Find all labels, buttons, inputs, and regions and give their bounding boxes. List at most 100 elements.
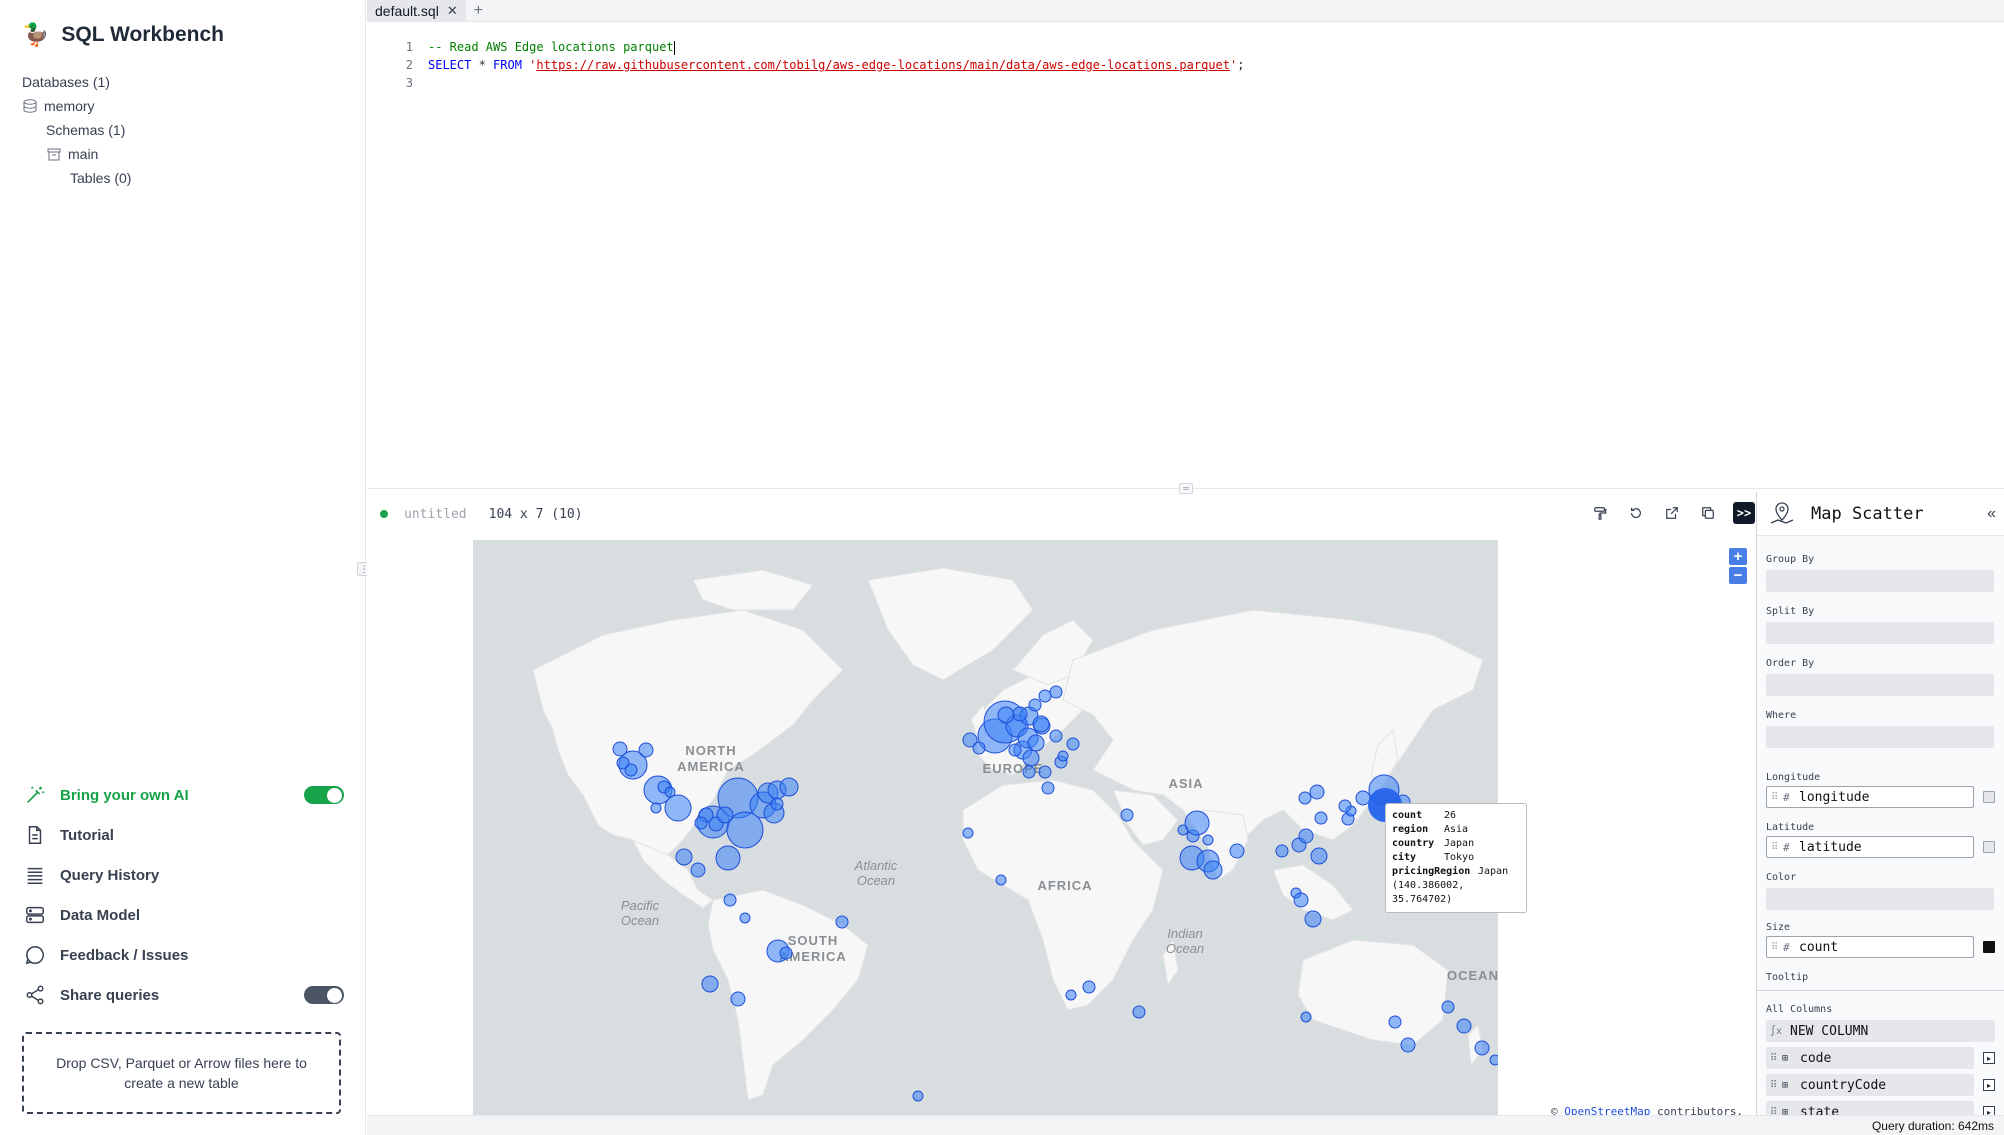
scatter-point[interactable] [716,806,734,824]
menu-tutorial[interactable]: Tutorial [24,815,344,855]
scatter-point[interactable] [1065,989,1077,1001]
scatter-point[interactable] [739,912,751,924]
size-checkbox[interactable] [1983,941,1995,953]
scatter-point[interactable] [1229,843,1245,859]
column-item-state[interactable]: ⠿ ⊞ state [1766,1101,1974,1115]
scatter-point[interactable] [1309,784,1325,800]
scatter-point[interactable] [1022,765,1036,779]
scatter-point[interactable] [1314,811,1328,825]
scatter-point[interactable] [835,915,849,929]
split-by-dropzone[interactable] [1766,622,1994,644]
scatter-point[interactable] [1355,790,1371,806]
column-item-code[interactable]: ⠿ ⊞ code [1766,1047,1974,1069]
result-name[interactable]: untitled [404,507,467,522]
where-dropzone[interactable] [1766,726,1994,748]
scatter-point[interactable] [779,946,793,960]
tree-tables[interactable]: Tables (0) [22,166,131,190]
drag-handle-icon[interactable]: ⠿ [1771,942,1783,953]
pane-resize-handle[interactable]: ═ [1179,483,1193,494]
add-column-button[interactable]: ▸ [1983,1079,1995,1091]
scatter-point[interactable] [1038,689,1052,703]
scatter-point[interactable] [1008,743,1022,757]
tab-default-sql[interactable]: default.sql ✕ [367,0,466,22]
scatter-point[interactable] [694,816,708,830]
scatter-point[interactable] [770,797,784,811]
scatter-point[interactable] [1049,729,1063,743]
scatter-point[interactable] [1456,1018,1472,1034]
close-tab-icon[interactable]: ✕ [447,3,458,19]
longitude-column[interactable]: ⠿ # longitude [1766,786,1974,808]
zoom-out-button[interactable]: − [1729,567,1747,584]
add-column-button[interactable]: ▸ [1983,1052,1995,1064]
sql-editor[interactable]: 1 2 3 -- Read AWS Edge locations parquet… [367,23,2004,488]
world-map[interactable]: NORTH AMERICA SOUTH AMERICA EUROPE AFRICA … [473,540,1498,1115]
collapse-panel-icon[interactable]: « [1987,505,1996,523]
export-icon[interactable] [1661,502,1683,524]
scatter-point[interactable] [1474,1040,1490,1056]
scatter-point[interactable] [1489,1054,1498,1066]
scatter-point[interactable] [730,991,746,1007]
scatter-point[interactable] [1293,892,1309,908]
scatter-point[interactable] [1027,734,1045,752]
scatter-point[interactable] [638,742,654,758]
scatter-point[interactable] [995,874,1007,886]
scatter-point[interactable] [912,1090,924,1102]
column-item-countrycode[interactable]: ⠿ ⊞ countryCode [1766,1074,1974,1096]
scatter-point[interactable] [1049,685,1063,699]
tree-databases[interactable]: Databases (1) [22,70,131,94]
add-tab-icon[interactable]: + [474,2,483,20]
drag-handle-icon[interactable]: ⠿ [1770,1053,1782,1064]
new-column-button[interactable]: ∫x NEW COLUMN [1766,1020,1995,1042]
tree-db-memory[interactable]: memory [22,94,131,118]
scatter-point[interactable] [1275,844,1289,858]
drag-handle-icon[interactable]: ⠿ [1770,1080,1782,1091]
scatter-point[interactable] [650,802,662,814]
size-column[interactable]: ⠿ # count [1766,936,1974,958]
menu-query-history[interactable]: Query History [24,855,344,895]
scatter-point[interactable] [1038,765,1052,779]
scatter-point[interactable] [675,848,693,866]
ai-toggle[interactable] [304,786,344,804]
scatter-point[interactable] [624,763,638,777]
scatter-point[interactable] [1132,1005,1146,1019]
scatter-point[interactable] [1041,781,1055,795]
latitude-column[interactable]: ⠿ # latitude [1766,836,1974,858]
scatter-point[interactable] [1184,810,1210,836]
group-by-dropzone[interactable] [1766,570,1994,592]
toggle-config-icon[interactable]: >> [1733,502,1755,524]
copy-icon[interactable] [1697,502,1719,524]
scatter-point[interactable] [1310,847,1328,865]
scatter-point[interactable] [690,862,706,878]
drag-handle-icon[interactable]: ⠿ [1770,1107,1782,1116]
scatter-point[interactable] [1441,1000,1455,1014]
share-toggle[interactable] [304,986,344,1004]
scatter-point[interactable] [962,827,974,839]
longitude-checkbox[interactable] [1983,791,1995,803]
menu-share-queries[interactable]: Share queries [24,975,344,1015]
scatter-point[interactable] [1028,698,1042,712]
latitude-checkbox[interactable] [1983,841,1995,853]
scatter-point[interactable] [1203,860,1223,880]
drag-handle-icon[interactable]: ⠿ [1771,792,1783,803]
add-column-button[interactable]: ▸ [1983,1106,1995,1115]
zoom-in-button[interactable]: + [1729,548,1747,565]
scatter-point[interactable] [1012,706,1028,722]
reset-icon[interactable] [1625,502,1647,524]
scatter-point[interactable] [664,794,692,822]
scatter-point[interactable] [1338,799,1352,813]
scatter-point[interactable] [779,777,799,797]
scatter-point[interactable] [1032,715,1050,733]
scatter-point[interactable] [701,975,719,993]
tree-schema-main[interactable]: main [22,142,131,166]
scatter-point[interactable] [1022,749,1040,767]
menu-data-model[interactable]: Data Model [24,895,344,935]
scatter-point[interactable] [1298,828,1314,844]
scatter-point[interactable] [997,706,1015,724]
scatter-point[interactable] [1400,1037,1416,1053]
tree-schemas[interactable]: Schemas (1) [22,118,131,142]
menu-bring-your-own-ai[interactable]: Bring your own AI [24,775,344,815]
menu-feedback[interactable]: Feedback / Issues [24,935,344,975]
plugin-title[interactable]: Map Scatter [1811,504,1924,524]
scatter-point[interactable] [1066,737,1080,751]
order-by-dropzone[interactable] [1766,674,1994,696]
